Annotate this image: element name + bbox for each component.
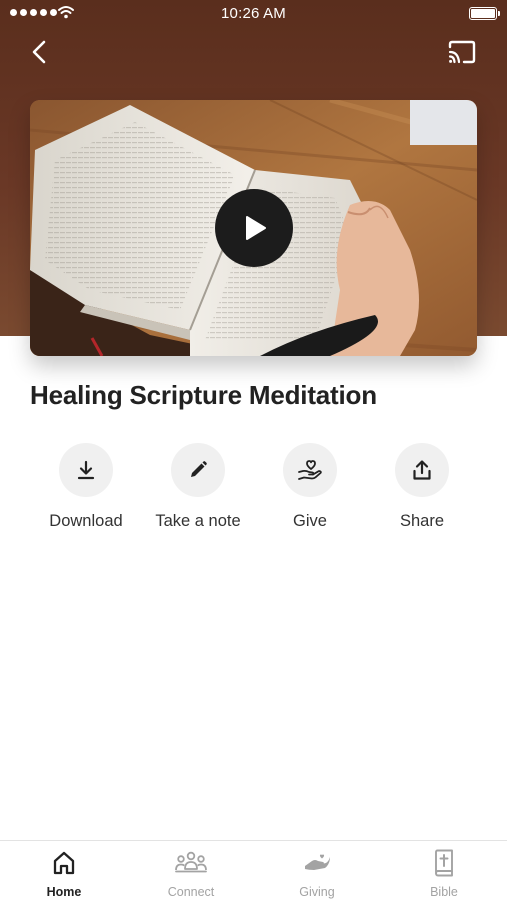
tab-home-label: Home [46,885,82,899]
play-button[interactable] [215,189,293,267]
giving-hand-icon [305,854,330,870]
take-note-button[interactable] [171,443,225,497]
cast-icon[interactable] [447,40,477,66]
action-row: Download Take a note Give Share [0,443,507,543]
bottom-tab-bar: Home Connect Giving Bible [0,840,507,900]
video-thumbnail[interactable] [30,100,477,356]
battery-icon [469,7,500,20]
bible-icon [435,849,453,877]
home-icon [53,851,75,875]
tab-giving-label: Giving [299,885,335,899]
download-label: Download [49,512,123,530]
download-button[interactable] [59,443,113,497]
status-bar: 10:26 AM [0,0,507,28]
people-icon [175,851,207,873]
status-time: 10:26 AM [221,5,286,22]
media-title: Healing Scripture Meditation [30,380,377,410]
take-note-label: Take a note [155,512,241,530]
tab-bible[interactable]: Bible [394,849,494,899]
download-icon [77,460,95,480]
play-icon [246,216,266,240]
give-label: Give [293,512,327,530]
tab-giving[interactable]: Giving [267,849,367,899]
back-chevron-icon[interactable] [26,36,56,68]
give-action[interactable]: Give [254,443,366,531]
give-button[interactable] [283,443,337,497]
take-note-action[interactable]: Take a note [142,443,254,531]
pencil-icon [191,461,207,477]
share-action[interactable]: Share [366,443,478,531]
tab-connect-label: Connect [167,885,215,899]
tab-home[interactable]: Home [14,849,114,899]
tab-bible-label: Bible [430,885,458,899]
share-button[interactable] [395,443,449,497]
heart-hand-icon [298,460,322,480]
download-action[interactable]: Download [30,443,142,531]
share-label: Share [399,512,445,530]
tab-connect[interactable]: Connect [141,849,241,899]
share-icon [413,460,431,480]
